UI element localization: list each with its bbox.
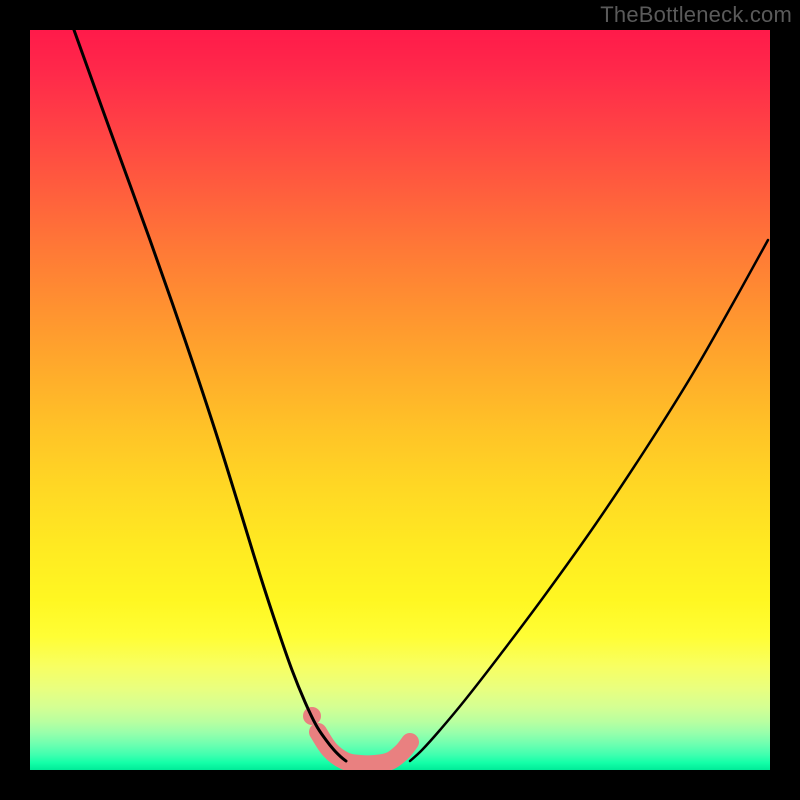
right-curve [410, 240, 768, 761]
curves-layer [30, 30, 770, 770]
plot-area [30, 30, 770, 770]
watermark-text: TheBottleneck.com [600, 2, 792, 28]
chart-frame: TheBottleneck.com [0, 0, 800, 800]
left-curve [74, 30, 346, 761]
